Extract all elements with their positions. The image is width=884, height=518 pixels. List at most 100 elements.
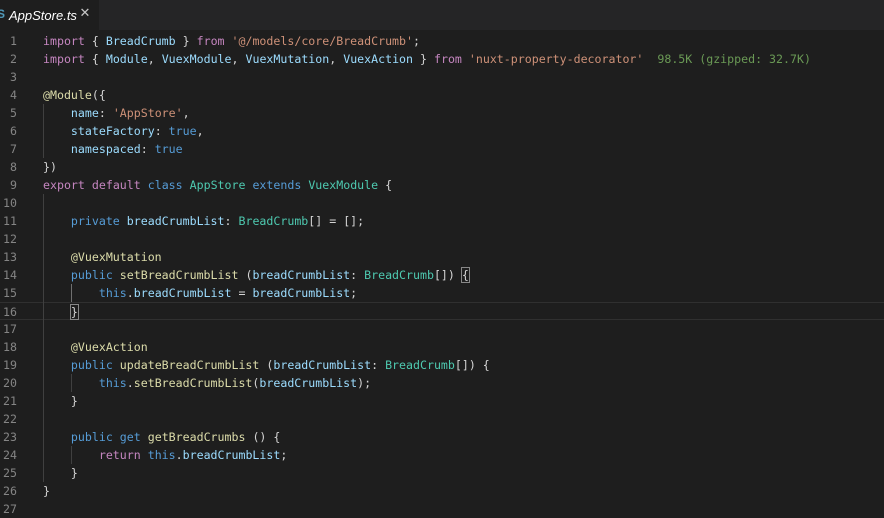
code-token: this xyxy=(147,448,176,462)
line-number: 13 xyxy=(3,250,17,264)
code-token: breadCrumbList xyxy=(259,376,358,390)
code-token: BreadCrumb xyxy=(238,214,309,228)
code-token: breadCrumbList xyxy=(273,358,372,372)
code-line[interactable]: 1 import { BreadCrumb } from '@/models/co… xyxy=(0,32,884,50)
code-token: }) xyxy=(43,160,57,174)
code-token: @Module xyxy=(43,88,92,102)
code-line[interactable]: 18 @VuexAction xyxy=(0,338,884,356)
indent-guide xyxy=(70,446,72,464)
close-icon[interactable]: ✕ xyxy=(78,6,92,22)
code-line[interactable]: 2 import { Module, VuexModule, VuexMutati… xyxy=(0,50,884,68)
code-line[interactable]: 3 xyxy=(0,68,884,86)
code-token: ({ xyxy=(91,88,106,102)
code-line[interactable]: 5 name: 'AppStore', xyxy=(0,104,884,122)
code-text: }) xyxy=(43,158,57,176)
line-number: 1 xyxy=(10,34,17,48)
code-text: public updateBreadCrumbList (breadCrumbL… xyxy=(43,356,490,374)
code-token: AppStore xyxy=(189,178,246,192)
code-token: , xyxy=(231,52,246,66)
code-editor[interactable]: 1 import { BreadCrumb } from '@/models/co… xyxy=(0,30,884,516)
code-text: @VuexMutation xyxy=(43,248,162,266)
code-text: public setBreadCrumbList (breadCrumbList… xyxy=(43,266,470,284)
code-token: ( xyxy=(238,268,253,282)
code-line[interactable]: 20 this.setBreadCrumbList(breadCrumbList… xyxy=(0,374,884,392)
code-token: , xyxy=(329,52,344,66)
indent-guide xyxy=(43,194,44,482)
code-line[interactable]: 10 xyxy=(0,194,884,212)
code-text: this.breadCrumbList = breadCrumbList; xyxy=(43,284,357,302)
code-line[interactable]: 21 } xyxy=(0,392,884,410)
code-token: get xyxy=(119,430,141,444)
code-line[interactable]: 24 return this.breadCrumbList; xyxy=(0,446,884,464)
code-token: . xyxy=(126,286,134,300)
line-number: 11 xyxy=(3,214,17,228)
code-token: () { xyxy=(245,430,281,444)
code-token: : xyxy=(140,142,155,156)
line-number: 23 xyxy=(3,430,17,444)
code-line[interactable]: 11 private breadCrumbList: BreadCrumb[] … xyxy=(0,212,884,230)
line-number: 6 xyxy=(10,124,17,138)
code-line[interactable]: 26} xyxy=(0,482,884,500)
line-number: 18 xyxy=(3,340,17,354)
code-token: name xyxy=(70,106,99,120)
code-token: breadCrumbList xyxy=(133,286,232,300)
code-text: public get getBreadCrumbs () { xyxy=(43,428,280,446)
code-line[interactable]: 4 @Module({ xyxy=(0,86,884,104)
code-token: getBreadCrumbs xyxy=(147,430,246,444)
code-token: 'nuxt-property-decorator' xyxy=(468,52,644,66)
code-text: import { BreadCrumb } from '@/models/cor… xyxy=(43,32,420,50)
code-token: export xyxy=(43,178,85,192)
line-number: 9 xyxy=(10,178,17,192)
code-line[interactable]: 19 public updateBreadCrumbList (breadCru… xyxy=(0,356,884,374)
code-line[interactable]: 14 public setBreadCrumbList (breadCrumbL… xyxy=(0,266,884,284)
code-line[interactable]: 7 namespaced: true xyxy=(0,140,884,158)
code-line[interactable]: 22 xyxy=(0,410,884,428)
code-line[interactable]: 17 xyxy=(0,320,884,338)
code-line[interactable]: 15 this.breadCrumbList = breadCrumbList; xyxy=(0,284,884,302)
code-token: ); xyxy=(357,376,372,390)
typescript-file-icon: S xyxy=(0,7,6,21)
code-line[interactable]: 12 xyxy=(0,230,884,248)
code-line[interactable]: 13 @VuexMutation xyxy=(0,248,884,266)
code-text: return this.breadCrumbList; xyxy=(43,446,288,464)
code-token: } xyxy=(43,394,78,408)
code-text: } xyxy=(43,482,50,500)
code-token: public xyxy=(70,358,113,372)
code-token: { xyxy=(378,178,393,192)
code-token: , xyxy=(147,52,162,66)
code-token: : xyxy=(350,268,365,282)
code-line[interactable]: 6 stateFactory: true, xyxy=(0,122,884,140)
code-token: ; xyxy=(413,34,420,48)
code-token: VuexMutation xyxy=(245,52,330,66)
tab-appstore-ts[interactable]: S AppStore.ts ✕ xyxy=(0,0,99,30)
line-number: 19 xyxy=(3,358,17,372)
code-line[interactable]: 9 export default class AppStore extends V… xyxy=(0,176,884,194)
code-line[interactable]: 23 public get getBreadCrumbs () { xyxy=(0,428,884,446)
line-number: 21 xyxy=(3,394,17,408)
code-line[interactable]: 8}) xyxy=(0,158,884,176)
code-line[interactable]: 27 xyxy=(0,500,884,518)
code-line[interactable]: 25 } xyxy=(0,464,884,482)
code-token: BreadCrumb xyxy=(364,268,434,282)
line-number: 17 xyxy=(3,322,17,336)
code-token: , xyxy=(182,106,190,120)
code-token: [] = []; xyxy=(308,214,365,228)
code-token: . xyxy=(175,448,183,462)
code-token: public xyxy=(70,430,113,444)
code-token: updateBreadCrumbList xyxy=(119,358,260,372)
code-token: class xyxy=(147,178,183,192)
code-token: = xyxy=(231,286,253,300)
line-number: 26 xyxy=(3,484,17,498)
code-line[interactable]: 16 } xyxy=(0,302,884,320)
line-number: 14 xyxy=(3,268,17,282)
code-token: : xyxy=(224,214,239,228)
code-text: @Module({ xyxy=(43,86,106,104)
